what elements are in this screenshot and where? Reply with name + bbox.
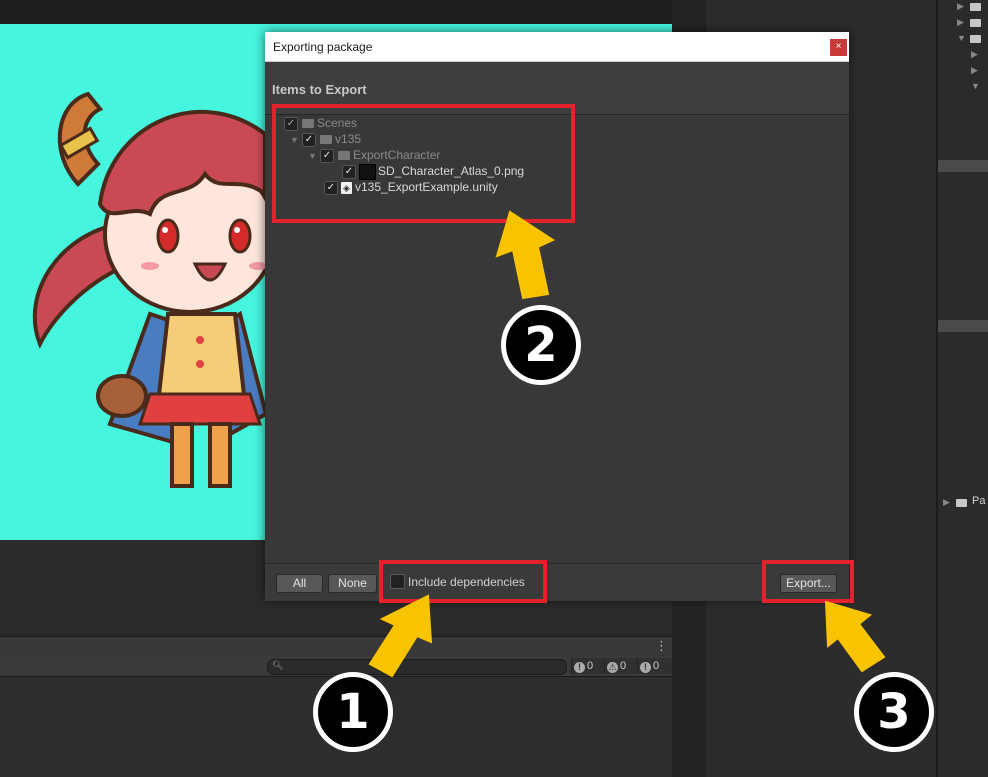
step-badge-3: 3 xyxy=(854,672,934,752)
step-badge-2: 2 xyxy=(501,305,581,385)
step-badge-1: 1 xyxy=(313,672,393,752)
arrow-icon xyxy=(368,594,433,678)
arrow-icon xyxy=(495,210,556,300)
annotation-arrows xyxy=(368,210,886,678)
arrow-icon xyxy=(824,600,886,673)
